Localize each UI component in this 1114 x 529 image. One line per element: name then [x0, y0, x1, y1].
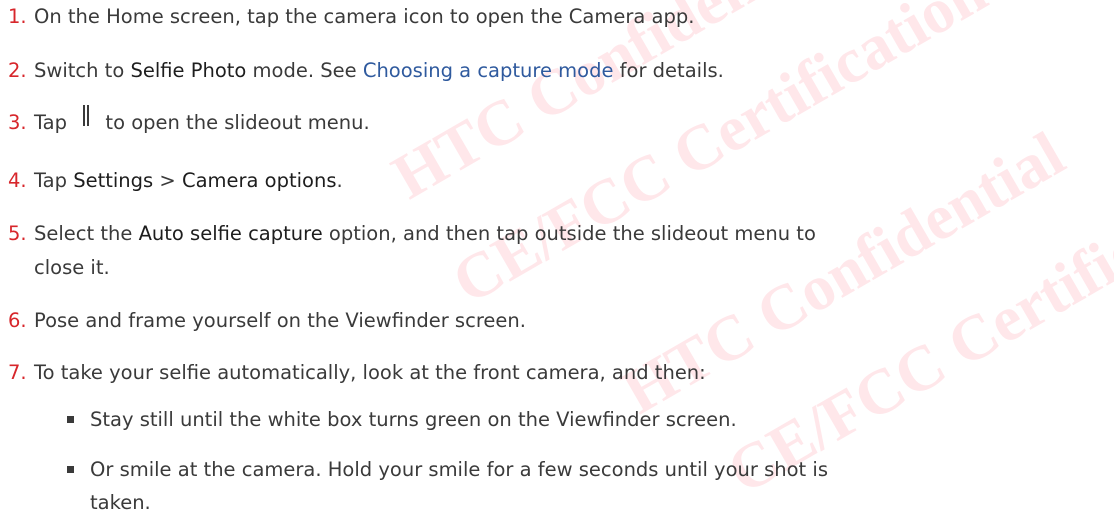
- bullet-text: Stay still until the white box turns gre…: [90, 408, 737, 431]
- step-text-part: to open the slideout menu.: [105, 111, 370, 134]
- step-text: Switch to Selfie Photo mode. See Choosin…: [34, 56, 724, 86]
- watermark-text: HTC Confidential: [380, 0, 846, 213]
- step-text-part: .: [336, 169, 343, 192]
- step-text-part: Tap: [34, 169, 74, 192]
- step-text-part: Switch to: [34, 59, 131, 82]
- step-text-part: Tap: [34, 111, 74, 134]
- step-number: 7.: [8, 361, 27, 384]
- ui-term-selfie-photo: Selfie Photo: [130, 59, 247, 82]
- ui-term-auto-selfie-capture: Auto selfie capture: [138, 222, 323, 245]
- link-choosing-capture-mode[interactable]: Choosing a capture mode: [363, 59, 614, 82]
- step-text: On the Home screen, tap the camera icon …: [34, 2, 694, 32]
- watermark-text: CE/FCC Certification: [440, 0, 998, 318]
- bullet-text: Or smile at the camera. Hold your smile …: [90, 458, 828, 481]
- bullet-text: taken.: [90, 491, 151, 514]
- step-text-part: option, and then tap outside the slideou…: [322, 222, 816, 245]
- step-number: 1.: [8, 5, 27, 28]
- step-text-part: Pose and frame yourself on the Viewfinde…: [34, 309, 526, 332]
- step-text: Select the Auto selfie capture option, a…: [34, 219, 816, 249]
- step-text: Pose and frame yourself on the Viewfinde…: [34, 306, 526, 336]
- step-number: 5.: [8, 222, 27, 245]
- step-text-part: >: [153, 169, 182, 192]
- bullet-marker: [67, 466, 74, 473]
- step-text-part: On the Home screen, tap the camera icon …: [34, 5, 695, 28]
- step-text-part: close it.: [34, 256, 110, 279]
- bullet-marker: [67, 416, 74, 423]
- step-text: Tap Settings > Camera options.: [34, 166, 343, 196]
- step-text-part: Select the: [34, 222, 139, 245]
- step-text: To take your selfie automatically, look …: [34, 358, 706, 388]
- step-number: 6.: [8, 309, 27, 332]
- step-text-part: mode. See: [246, 59, 363, 82]
- step-number: 2.: [8, 59, 27, 82]
- step-number: 4.: [8, 169, 27, 192]
- step-number: 3.: [8, 111, 27, 134]
- step-text-part: for details.: [613, 59, 724, 82]
- ui-term-camera-options: Camera options: [181, 169, 337, 192]
- step-text: Tap to open the slideout menu.: [34, 105, 370, 138]
- step-text-part: To take your selfie automatically, look …: [34, 361, 706, 384]
- slideout-menu-icon: [73, 105, 99, 131]
- ui-term-settings: Settings: [73, 169, 154, 192]
